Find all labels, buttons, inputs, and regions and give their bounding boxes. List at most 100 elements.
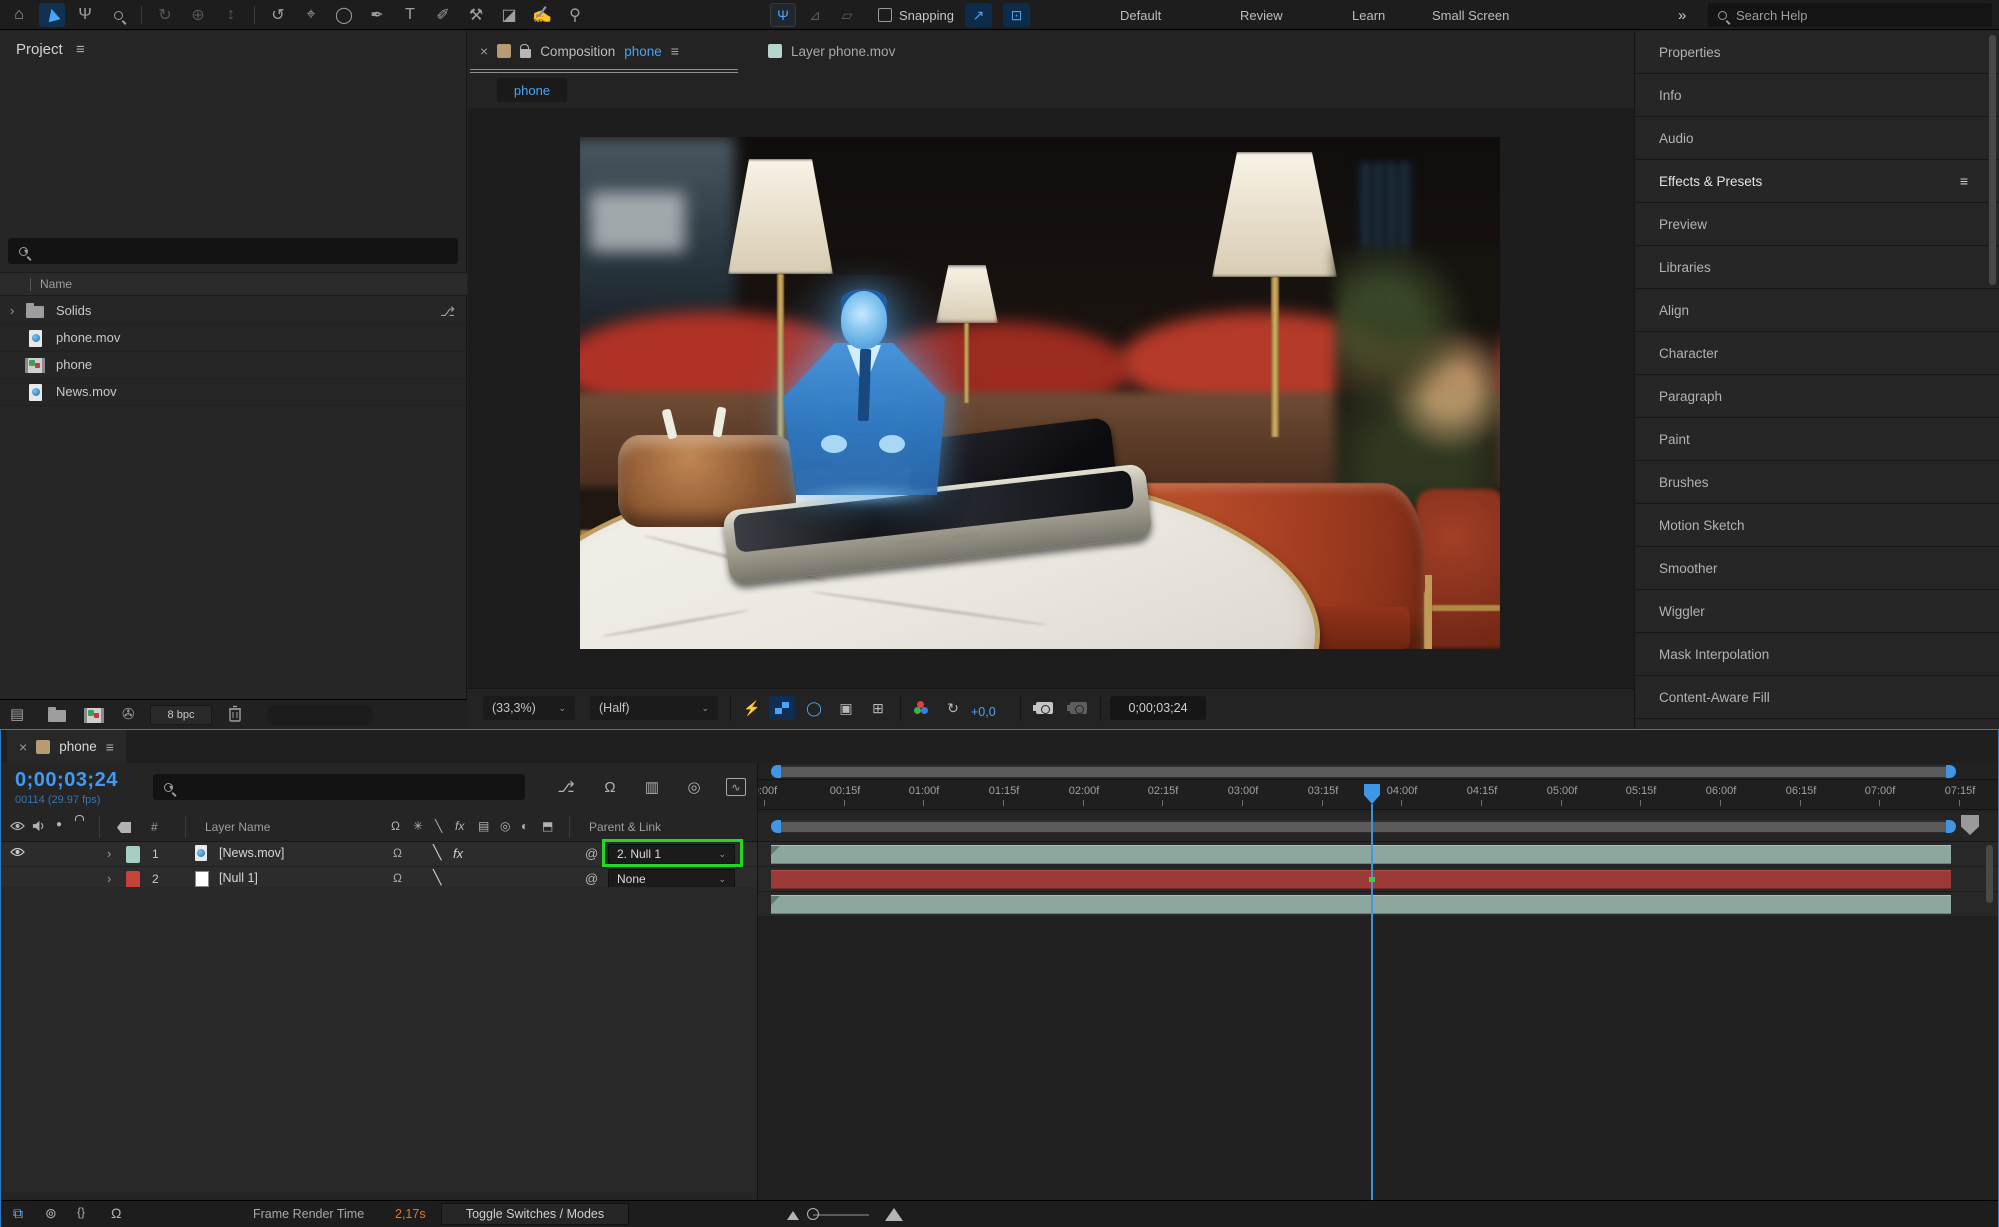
unlock-icon[interactable] — [520, 49, 531, 58]
hide-shy-layers-icon[interactable]: Ω — [597, 775, 623, 799]
layer-lane-2[interactable] — [758, 867, 1998, 892]
bit-depth-button[interactable]: 8 bpc — [150, 705, 212, 725]
render-time-column-icon[interactable]: Ω — [111, 1205, 121, 1221]
type-tool-icon[interactable]: T — [397, 3, 423, 27]
effects-switch-icon[interactable]: fx — [455, 819, 464, 833]
playhead-line[interactable] — [1371, 804, 1373, 1226]
interpret-footage-icon[interactable]: ▤ — [10, 705, 24, 723]
scroll-zoom-start-handle[interactable] — [771, 820, 781, 833]
solo-column-icon[interactable]: ● — [56, 819, 62, 830]
panel-tab-info[interactable]: Info — [1635, 74, 1999, 117]
motion-blur-icon[interactable]: ◎ — [681, 775, 707, 799]
resolution-dropdown[interactable]: (Half)⌄ — [590, 696, 718, 720]
close-icon[interactable]: × — [19, 739, 27, 755]
layer-bar-null-1[interactable] — [771, 870, 1951, 889]
pan-camera-tool-icon[interactable]: ⊕ — [185, 3, 211, 27]
work-area-bar[interactable] — [771, 765, 1956, 778]
quality-switch-icon[interactable]: ╲ — [435, 819, 442, 833]
work-area-start-handle[interactable] — [771, 765, 781, 778]
workspace-tab-learn[interactable]: Learn — [1352, 0, 1385, 30]
panel-tab-character[interactable]: Character — [1635, 332, 1999, 375]
layer-bar-phone-mov[interactable] — [771, 895, 1951, 914]
pen-tool-icon[interactable]: ✒ — [364, 3, 390, 27]
fx-toggle-icon[interactable]: fx — [453, 846, 463, 861]
roto-brush-tool-icon[interactable]: ✍ — [529, 3, 555, 27]
horizontal-scroll-bar[interactable] — [771, 820, 1956, 833]
panel-tab-properties[interactable]: Properties — [1635, 31, 1999, 74]
shy-toggle-icon[interactable]: Ω — [393, 846, 402, 860]
right-panel-scrollbar[interactable] — [1989, 35, 1996, 285]
panel-tab-audio[interactable]: Audio — [1635, 117, 1999, 160]
fast-preview-icon[interactable]: ⚡ — [739, 696, 765, 720]
layer-name[interactable]: [News.mov] — [219, 846, 284, 860]
project-item-solids[interactable]: › Solids ⎇ — [0, 298, 467, 325]
panel-tab-preview[interactable]: Preview — [1635, 203, 1999, 246]
trash-icon[interactable] — [228, 705, 242, 722]
proxy-icon[interactable]: ✇ — [122, 705, 135, 723]
dolly-camera-tool-icon[interactable]: ↕ — [218, 3, 244, 27]
composition-frame[interactable] — [580, 137, 1500, 649]
frame-blending-icon[interactable]: ▥ — [639, 775, 665, 799]
tab-composition-phone[interactable]: × Composition phone ≡ — [470, 36, 689, 66]
project-item-phone-mov[interactable]: phone.mov — [0, 325, 467, 352]
twirl-icon[interactable]: › — [107, 846, 111, 861]
tab-menu-icon[interactable]: ≡ — [106, 739, 114, 755]
world-axis-mode-icon[interactable]: ⊿ — [802, 3, 828, 27]
exposure-value[interactable]: +0,0 — [971, 700, 996, 724]
take-snapshot-icon[interactable] — [1031, 696, 1057, 720]
panel-tab-wiggler[interactable]: Wiggler — [1635, 590, 1999, 633]
quality-toggle-icon[interactable]: ╲ — [433, 869, 441, 886]
panel-tab-paragraph[interactable]: Paragraph — [1635, 375, 1999, 418]
rotate-tool-icon[interactable]: ↺ — [265, 3, 291, 27]
selection-tool-icon[interactable]: ▶ — [39, 3, 65, 27]
collapse-switch-icon[interactable]: ✳ — [413, 819, 423, 833]
panel-tab-mask-interpolation[interactable]: Mask Interpolation — [1635, 633, 1999, 676]
video-column-eye-icon[interactable] — [10, 821, 25, 831]
layer-label-swatch[interactable] — [126, 846, 140, 863]
clone-stamp-tool-icon[interactable]: ⚒ — [463, 3, 489, 27]
workspace-tab-small-screen[interactable]: Small Screen — [1432, 0, 1509, 30]
layer-label-swatch[interactable] — [126, 871, 140, 888]
layer-lane-3[interactable] — [758, 892, 1998, 917]
panel-tab-libraries[interactable]: Libraries — [1635, 246, 1999, 289]
search-help-input[interactable]: Search Help — [1708, 3, 1992, 27]
region-of-interest-icon[interactable]: ▣ — [833, 696, 859, 720]
workspace-tab-default[interactable]: Default — [1120, 0, 1161, 30]
scroll-fill[interactable] — [780, 822, 1947, 832]
layer-row-news-mov[interactable]: › 1 [News.mov] Ω ╲ fx @ 2. Null 1 ⌄ — [1, 842, 757, 867]
panel-tab-content-aware-fill[interactable]: Content-Aware Fill — [1635, 676, 1999, 719]
timeline-search-input[interactable]: ▾ — [153, 774, 525, 800]
workspace-tab-review[interactable]: Review — [1240, 0, 1283, 30]
zoom-in-mountain-icon[interactable] — [885, 1208, 903, 1221]
comp-breadcrumb[interactable]: phone — [497, 78, 567, 102]
label-column-tag-icon[interactable] — [117, 822, 131, 833]
eraser-tool-icon[interactable]: ◪ — [496, 3, 522, 27]
timeline-zoom-slider-track[interactable] — [813, 1214, 869, 1216]
work-area-fill[interactable] — [780, 767, 1947, 777]
hand-tool-icon[interactable]: Ψ — [72, 3, 98, 27]
project-item-phone-comp[interactable]: phone — [0, 352, 467, 379]
project-panel-title[interactable]: Project — [16, 41, 63, 58]
channel-rgb-icon[interactable] — [908, 696, 934, 720]
pick-whip-icon[interactable]: @ — [585, 871, 598, 886]
layer-bar-news-mov[interactable] — [771, 845, 1951, 864]
transparency-grid-icon[interactable] — [769, 696, 795, 720]
puppet-pin-tool-icon[interactable]: ⚲ — [562, 3, 588, 27]
expand-layers-icon[interactable]: ⧉ — [13, 1205, 23, 1222]
snap-along-edges-icon[interactable]: ↗ — [965, 3, 992, 27]
project-item-news-mov[interactable]: News.mov — [0, 379, 467, 406]
panel-tab-brushes[interactable]: Brushes — [1635, 461, 1999, 504]
exposure-icon[interactable]: ↻ — [940, 696, 966, 720]
quality-toggle-icon[interactable]: ╲ — [433, 844, 441, 861]
work-area-end-handle[interactable] — [1946, 765, 1956, 778]
frame-blend-switch-icon[interactable]: ▤ — [478, 819, 489, 833]
parent-dropdown-news-mov[interactable]: 2. Null 1 ⌄ — [608, 844, 735, 864]
toggle-switches-modes-button[interactable]: Toggle Switches / Modes — [441, 1203, 629, 1225]
timeline-vertical-scrollbar[interactable] — [1986, 845, 1993, 903]
keyframe-marker[interactable] — [1369, 877, 1375, 882]
eye-icon[interactable] — [10, 847, 25, 857]
zoom-out-mountain-icon[interactable] — [787, 1211, 799, 1220]
three-d-switch-icon[interactable]: ⬒ — [542, 819, 553, 833]
pick-whip-icon[interactable]: @ — [585, 846, 598, 861]
panel-tab-effects-presets[interactable]: Effects & Presets≡ — [1635, 160, 1999, 203]
